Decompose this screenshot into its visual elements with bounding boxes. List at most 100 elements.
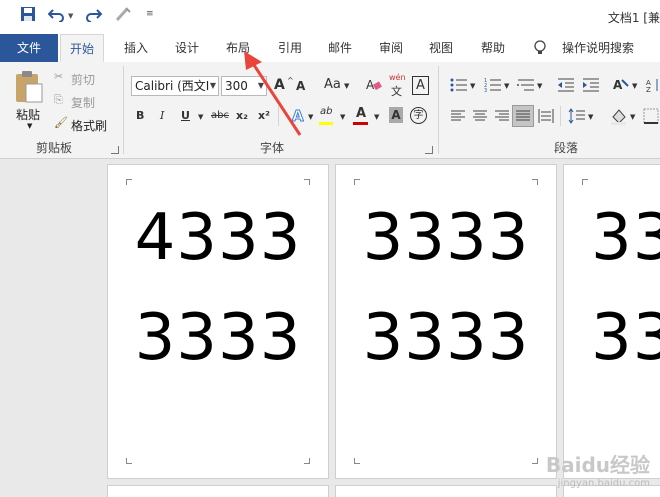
distributed-icon[interactable] <box>538 108 554 127</box>
chevron-down-icon[interactable]: ▼ <box>344 82 349 90</box>
chinese-layout-icon[interactable]: A <box>612 77 630 96</box>
redo-icon[interactable] <box>84 6 102 22</box>
group-separator <box>438 66 439 154</box>
bold-icon[interactable]: B <box>136 109 144 122</box>
phonetic-guide-top: wén <box>389 73 406 82</box>
borders-icon[interactable] <box>643 108 659 127</box>
margin-marker <box>126 179 132 185</box>
page-text-line: 3333 <box>134 301 302 375</box>
svg-text:Z: Z <box>646 86 651 93</box>
font-color-icon[interactable]: A <box>356 106 366 121</box>
tab-file[interactable]: 文件 <box>0 34 58 62</box>
copy-button[interactable]: 复制 <box>71 94 95 111</box>
tab-home[interactable]: 开始 <box>60 34 104 62</box>
chevron-down-icon[interactable]: ▼ <box>588 113 593 121</box>
font-size-box[interactable]: 300 ▼ <box>221 76 267 96</box>
sort-icon[interactable]: AZ <box>646 77 660 96</box>
undo-dropdown-icon[interactable]: ▼ <box>68 12 73 20</box>
decrease-indent-icon[interactable] <box>557 77 575 96</box>
chevron-down-icon[interactable]: ▼ <box>537 82 542 90</box>
justify-icon[interactable] <box>512 105 534 127</box>
save-icon[interactable] <box>20 6 36 22</box>
paste-icon[interactable] <box>14 70 44 107</box>
chevron-down-icon[interactable]: ▼ <box>198 113 203 121</box>
bullets-icon[interactable] <box>450 77 468 96</box>
line-spacing-icon[interactable] <box>568 108 586 127</box>
format-painter-button[interactable]: 格式刷 <box>71 117 107 134</box>
increase-indent-icon[interactable] <box>582 77 600 96</box>
char-border-icon[interactable]: A <box>412 76 429 95</box>
tell-me-search[interactable]: 操作说明搜索 <box>558 34 638 62</box>
shrink-font-icon[interactable]: A <box>296 79 305 93</box>
strikethrough-icon[interactable]: abc <box>211 110 229 121</box>
enclose-char-icon[interactable]: 字 <box>410 107 427 124</box>
paragraph-group-label: 段落 <box>554 141 579 155</box>
text-effects-icon[interactable]: A <box>290 106 308 127</box>
tab-layout[interactable]: 布局 <box>218 34 258 62</box>
paste-label[interactable]: 粘贴 <box>16 106 40 123</box>
title-bar: ▼ ≡ 文档1 [兼 <box>0 0 660 34</box>
highlight-icon[interactable]: ab <box>320 106 332 117</box>
align-left-icon[interactable] <box>450 109 466 126</box>
superscript-icon[interactable]: x² <box>258 109 270 122</box>
baidu-watermark: Baidu经验 jingyan.baidu.com <box>546 449 650 489</box>
underline-icon[interactable]: U <box>181 109 190 122</box>
cut-button[interactable]: 剪切 <box>71 71 95 88</box>
tab-design[interactable]: 设计 <box>167 34 207 62</box>
document-title: 文档1 [兼 <box>607 11 660 25</box>
font-name-value: Calibri (西文I <box>135 79 210 93</box>
page-3[interactable]: 33 33 <box>563 164 660 479</box>
chevron-down-icon[interactable]: ▼ <box>632 82 637 90</box>
shading-icon[interactable] <box>610 107 628 128</box>
page-text-line: 4333 <box>134 201 302 275</box>
page-text-line: 3333 <box>362 201 530 275</box>
chevron-down-icon[interactable]: ▼ <box>504 82 509 90</box>
format-painter-qat-icon[interactable] <box>114 6 132 22</box>
phonetic-guide-icon[interactable]: 文 <box>391 83 402 99</box>
align-center-icon[interactable] <box>472 109 488 126</box>
char-shading-icon[interactable]: A <box>389 107 403 123</box>
italic-icon[interactable]: I <box>160 109 164 122</box>
page-text-line: 3333 <box>362 301 530 375</box>
margin-marker <box>354 179 360 185</box>
chevron-down-icon[interactable]: ▼ <box>470 82 475 90</box>
undo-icon[interactable] <box>48 6 66 22</box>
change-case-icon[interactable]: Aa <box>324 77 341 92</box>
page-2[interactable]: 3333 3333 <box>335 164 557 479</box>
chevron-down-icon[interactable]: ▼ <box>374 113 379 121</box>
divider <box>278 106 279 126</box>
svg-text:3: 3 <box>484 88 487 93</box>
chevron-down-icon[interactable]: ▼ <box>258 77 264 95</box>
clipboard-launcher-icon[interactable] <box>111 146 119 154</box>
tab-insert[interactable]: 插入 <box>116 34 156 62</box>
font-launcher-icon[interactable] <box>425 146 433 154</box>
chevron-down-icon[interactable]: ▼ <box>340 113 345 121</box>
chevron-down-icon[interactable]: ▼ <box>210 77 216 95</box>
paste-dropdown-icon[interactable]: ▼ <box>27 122 32 130</box>
tab-review[interactable]: 审阅 <box>371 34 411 62</box>
align-right-icon[interactable] <box>494 109 510 126</box>
customize-qat-icon[interactable]: ≡ <box>146 9 154 19</box>
tab-references[interactable]: 引用 <box>270 34 310 62</box>
margin-marker <box>126 458 132 464</box>
page-1[interactable]: 4333 3333 <box>107 164 329 479</box>
chevron-down-icon[interactable]: ▼ <box>630 113 635 121</box>
tab-help[interactable]: 帮助 <box>473 34 513 62</box>
tab-view[interactable]: 视图 <box>421 34 461 62</box>
margin-marker <box>304 179 310 185</box>
font-size-value: 300 <box>225 79 248 93</box>
font-name-box[interactable]: Calibri (西文I ▼ <box>131 76 219 96</box>
tab-mailings[interactable]: 邮件 <box>320 34 360 62</box>
document-workspace[interactable]: 4333 3333 3333 3333 33 33 Baidu经验 jingya… <box>0 159 660 497</box>
numbering-icon[interactable]: 123 <box>484 77 502 96</box>
clipboard-group-label: 剪贴板 <box>36 141 73 155</box>
group-separator <box>123 66 124 154</box>
page-4[interactable] <box>107 485 329 497</box>
subscript-icon[interactable]: x₂ <box>236 109 248 122</box>
page-5[interactable] <box>335 485 557 497</box>
grow-font-icon[interactable]: A <box>274 77 285 93</box>
multilevel-list-icon[interactable] <box>517 77 535 96</box>
page-text-line: 33 <box>591 301 660 375</box>
clear-format-icon[interactable]: A <box>366 77 382 96</box>
chevron-down-icon[interactable]: ▼ <box>308 113 313 121</box>
